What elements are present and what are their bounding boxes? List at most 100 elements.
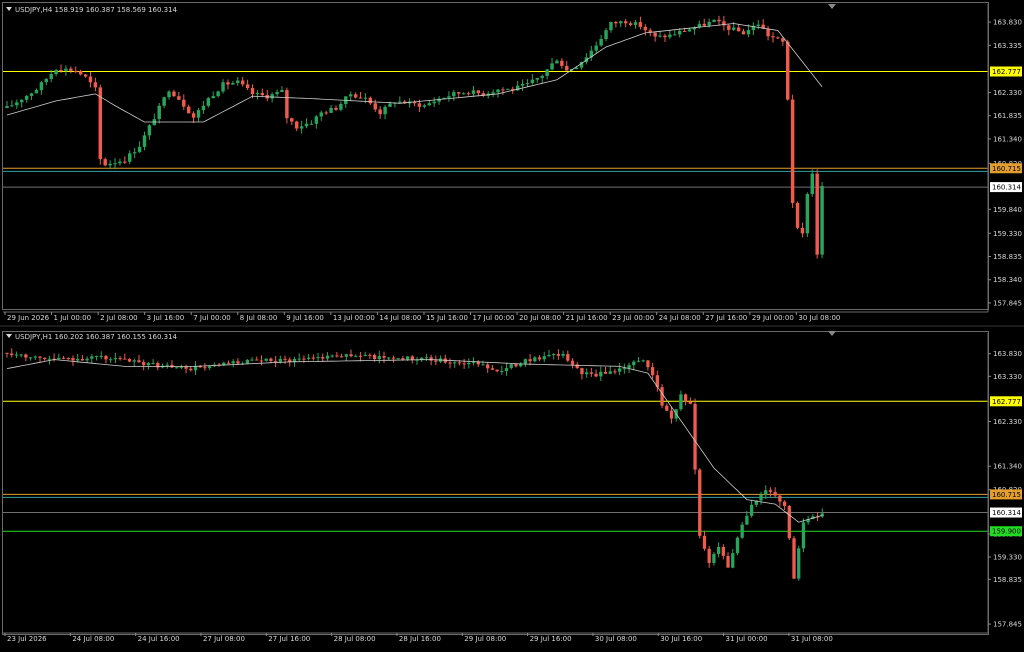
candle-body bbox=[622, 368, 627, 370]
candle-body bbox=[236, 361, 240, 364]
candle-body bbox=[467, 362, 471, 365]
candle-body bbox=[457, 92, 461, 94]
candle-body bbox=[290, 118, 294, 122]
candle-body bbox=[44, 79, 48, 83]
candle-body bbox=[486, 364, 490, 369]
candle-body bbox=[677, 30, 682, 35]
candle-body bbox=[264, 358, 268, 361]
h1-chart-svg[interactable]: 163.830163.330162.330161.340160.820159.8… bbox=[0, 327, 1024, 652]
candle-body bbox=[687, 29, 692, 32]
candle-body bbox=[172, 91, 176, 97]
candle-body bbox=[132, 152, 137, 154]
candle-body bbox=[354, 355, 358, 357]
candle-body bbox=[348, 94, 353, 97]
candle-body bbox=[585, 372, 589, 375]
candle-body bbox=[603, 371, 608, 374]
candle-body bbox=[673, 34, 677, 36]
x-tick-label: 27 Jul 08:00 bbox=[203, 635, 245, 643]
candle-body bbox=[658, 35, 662, 37]
candle-body bbox=[429, 357, 433, 361]
h4-chart-svg[interactable]: 163.830163.335162.330161.835161.340160.8… bbox=[0, 0, 1024, 327]
candle-body bbox=[778, 495, 782, 502]
candle-body bbox=[275, 92, 279, 95]
candle-body bbox=[167, 91, 171, 98]
candle-body bbox=[177, 96, 181, 100]
candle-body bbox=[69, 68, 73, 71]
candle-body bbox=[727, 25, 731, 30]
moving-average-line bbox=[6, 23, 823, 123]
candle-body bbox=[514, 364, 518, 367]
candle-body bbox=[643, 26, 648, 31]
candle-body bbox=[698, 469, 702, 536]
candle-body bbox=[78, 70, 83, 75]
candle-body bbox=[398, 101, 402, 103]
y-tick-label: 161.340 bbox=[993, 463, 1022, 471]
candle-body bbox=[297, 358, 301, 360]
candle-body bbox=[34, 90, 39, 94]
x-tick-label: 28 Jul 16:00 bbox=[399, 635, 441, 643]
candle-body bbox=[94, 356, 99, 358]
candle-body bbox=[523, 359, 528, 364]
candle-body bbox=[496, 89, 500, 93]
x-tick-label: 3 Jul 16:00 bbox=[147, 314, 185, 322]
candle-body bbox=[203, 367, 207, 369]
x-tick-label: 27 Jul 16:00 bbox=[705, 314, 747, 322]
candle-body bbox=[5, 106, 9, 108]
candle-body bbox=[299, 126, 304, 129]
candle-body bbox=[528, 359, 532, 362]
candle-body bbox=[771, 36, 775, 38]
candle-body bbox=[756, 24, 760, 26]
y-tick-label: 163.830 bbox=[993, 350, 1022, 358]
chart-shift-triangle-icon[interactable] bbox=[828, 331, 836, 336]
candle-body bbox=[273, 361, 278, 363]
candle-body bbox=[309, 123, 314, 125]
candle-body bbox=[405, 356, 410, 360]
h4-chart-pane[interactable]: 163.830163.335162.330161.835161.340160.8… bbox=[0, 0, 1024, 327]
level-label-text: 159.900 bbox=[992, 528, 1021, 536]
candle-body bbox=[137, 360, 141, 363]
candle-body bbox=[211, 96, 215, 99]
x-tick-label: 20 Jul 08:00 bbox=[519, 314, 561, 322]
candle-body bbox=[206, 98, 211, 106]
candle-body bbox=[387, 357, 391, 359]
candle-body bbox=[552, 354, 556, 356]
x-tick-label: 27 Jul 16:00 bbox=[268, 635, 310, 643]
level-label-text: 160.715 bbox=[992, 491, 1021, 499]
x-tick-label: 23 Jul 00:00 bbox=[612, 314, 654, 322]
candle-body bbox=[471, 90, 476, 94]
x-tick-label: 8 Jul 08:00 bbox=[240, 314, 278, 322]
candle-body bbox=[646, 360, 650, 368]
candle-body bbox=[245, 359, 249, 364]
candle-body bbox=[773, 491, 777, 496]
h1-title-text: USDJPY,H1 160.202 160.387 160.155 160.31… bbox=[15, 333, 177, 341]
candle-body bbox=[10, 353, 14, 356]
candle-body bbox=[226, 82, 230, 85]
candle-body bbox=[255, 359, 259, 361]
candle-body bbox=[537, 357, 542, 360]
candle-body bbox=[805, 194, 810, 234]
candle-body bbox=[175, 367, 179, 369]
x-tick-label: 30 Jul 08:00 bbox=[595, 635, 637, 643]
candle-body bbox=[745, 515, 749, 525]
candle-body bbox=[422, 105, 427, 107]
candle-body bbox=[231, 83, 235, 85]
candle-body bbox=[20, 99, 24, 103]
candle-body bbox=[142, 135, 147, 147]
candle-body bbox=[377, 356, 381, 360]
candle-body bbox=[608, 371, 612, 374]
candle-body bbox=[594, 373, 598, 377]
h1-chart-pane[interactable]: 163.830163.330162.330161.340160.820159.8… bbox=[0, 327, 1024, 652]
chart-shift-triangle-icon[interactable] bbox=[828, 4, 836, 9]
candle-body bbox=[165, 364, 169, 366]
candle-body bbox=[432, 101, 436, 104]
chart-window: 163.830163.335162.330161.835161.340160.8… bbox=[0, 0, 1024, 652]
x-tick-label: 29 Jun 2026 bbox=[7, 314, 50, 322]
candle-body bbox=[792, 538, 796, 579]
x-tick-label: 23 Jul 2026 bbox=[7, 635, 47, 643]
candle-body bbox=[702, 23, 706, 26]
candle-body bbox=[236, 80, 240, 84]
candle-body bbox=[29, 93, 34, 96]
candle-body bbox=[490, 368, 495, 370]
candle-body bbox=[76, 358, 80, 361]
candle-body bbox=[71, 358, 75, 361]
